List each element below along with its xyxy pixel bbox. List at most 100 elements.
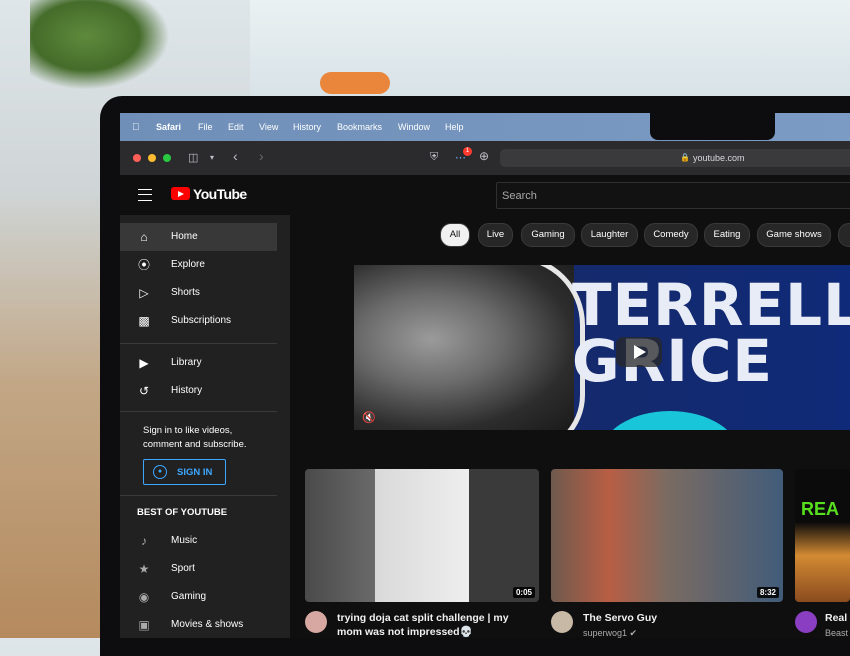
camera-notch — [650, 113, 775, 140]
play-button[interactable] — [616, 337, 662, 367]
library-icon: ▶ — [139, 356, 149, 370]
video-thumbnail[interactable]: 8:32 — [551, 469, 783, 602]
sidebar-item-label: Shorts — [171, 287, 200, 298]
music-icon: ♪ — [141, 534, 147, 548]
sidebar-toggle-icon[interactable]: ◫ — [188, 151, 198, 164]
sidebar-item-explore[interactable]: ⦿ Explore — [120, 251, 277, 279]
sidebar-item-music[interactable]: ♪ Music — [120, 527, 277, 555]
thumbnail-text: REA — [801, 499, 840, 519]
channel-name: superwog1 — [583, 628, 628, 638]
channel-avatar[interactable] — [551, 611, 573, 633]
signin-button[interactable]: ● SIGN IN — [143, 459, 226, 485]
channel-avatar[interactable] — [795, 611, 817, 633]
close-window-button[interactable] — [133, 154, 141, 162]
search-placeholder: Search — [502, 190, 537, 202]
menu-edit[interactable]: Edit — [228, 122, 244, 132]
sidebar-item-label: History — [171, 385, 203, 396]
sidebar-item-sport[interactable]: ★ Sport — [120, 555, 277, 583]
hero-title-line1: TERRELL — [572, 271, 850, 339]
signin-button-label: SIGN IN — [177, 467, 213, 478]
best-of-youtube-heading: BEST OF YOUTUBE — [137, 507, 228, 518]
sidebar-item-label: Music — [171, 535, 198, 546]
hero-decoration — [600, 411, 740, 430]
notification-badge: 1 — [463, 147, 472, 156]
trophy-icon: ★ — [138, 562, 150, 576]
sidebar-item-home[interactable]: ⌂ Home — [120, 223, 277, 251]
menu-history[interactable]: History — [293, 122, 321, 132]
chevron-down-icon[interactable]: ▾ — [210, 153, 214, 162]
video-title[interactable]: The Servo Guy — [583, 611, 773, 625]
video-thumbnail[interactable]: REA — [795, 469, 850, 602]
chip-game-shows[interactable]: Game shows — [757, 223, 831, 247]
video-title[interactable]: trying doja cat split challenge | my mom… — [337, 611, 517, 638]
video-title[interactable]: Real V — [825, 611, 850, 625]
lock-icon: 🔒 — [680, 153, 690, 162]
forward-arrow-icon[interactable]: › — [259, 148, 264, 164]
video-duration: 0:05 — [512, 587, 535, 598]
hero-title: TERRELL GRICE — [572, 271, 850, 395]
hero-title-line2: GRICE — [572, 327, 774, 395]
sidebar-item-label: Gaming — [171, 591, 207, 602]
compass-icon: ⦿ — [137, 258, 150, 272]
chip-live[interactable]: Live — [478, 223, 513, 247]
sidebar-divider — [120, 495, 277, 496]
verified-icon: ✔ — [629, 628, 638, 638]
gaming-icon: ◉ — [138, 590, 150, 604]
chip-all[interactable]: All — [440, 223, 470, 247]
menu-safari[interactable]: Safari — [156, 122, 181, 132]
address-bar[interactable]: 🔒 youtube.com — [500, 149, 850, 167]
back-arrow-icon[interactable]: ‹ — [233, 148, 238, 164]
sidebar-item-shorts[interactable]: ▷ Shorts — [120, 279, 277, 307]
sidebar-item-label: Subscriptions — [171, 315, 232, 326]
sidebar-item-label: Home — [171, 231, 198, 242]
sidebar-item-library[interactable]: ▶ Library — [120, 349, 277, 377]
mute-icon[interactable]: 🔇 — [362, 411, 376, 424]
chip-overflow[interactable] — [838, 223, 850, 247]
history-icon: ↺ — [138, 384, 150, 398]
sidebar-item-subscriptions[interactable]: ▩ Subscriptions — [120, 307, 277, 335]
sidebar-item-movies-shows[interactable]: ▣ Movies & shows — [120, 611, 277, 638]
macos-menubar:  Safari File Edit View History Bookmark… — [120, 113, 850, 141]
hero-outline — [450, 265, 585, 430]
minimize-window-button[interactable] — [148, 154, 156, 162]
hero-banner-video[interactable]: TERRELL GRICE 🔇 — [354, 265, 850, 430]
menu-bookmarks[interactable]: Bookmarks — [337, 122, 382, 132]
sidebar: ⌂ Home ⦿ Explore ▷ Shorts ▩ Subscription… — [120, 215, 290, 638]
menu-file[interactable]: File — [198, 122, 213, 132]
sidebar-divider — [120, 343, 277, 344]
sidebar-divider — [120, 411, 277, 412]
laptop-screen:  Safari File Edit View History Bookmark… — [120, 113, 850, 638]
video-channel[interactable]: superwog1 ✔ — [583, 628, 637, 638]
background-light — [320, 72, 390, 94]
youtube-logo-text[interactable]: YouTube — [193, 186, 247, 202]
sidebar-item-label: Library — [171, 357, 202, 368]
signin-prompt: Sign in to like videos, comment and subs… — [143, 425, 247, 450]
sidebar-item-label: Movies & shows — [171, 619, 244, 630]
menu-help[interactable]: Help — [445, 122, 464, 132]
sidebar-item-gaming[interactable]: ◉ Gaming — [120, 583, 277, 611]
youtube-logo-icon[interactable] — [171, 187, 190, 200]
background-plant — [30, 0, 170, 90]
shorts-icon: ▷ — [139, 286, 149, 300]
sidebar-item-label: Explore — [171, 259, 205, 270]
video-thumbnail[interactable]: 0:05 — [305, 469, 539, 602]
chip-laughter[interactable]: Laughter — [581, 223, 638, 247]
menu-icon[interactable] — [138, 189, 152, 201]
sidebar-item-history[interactable]: ↺ History — [120, 377, 277, 405]
search-input[interactable]: Search — [496, 182, 850, 209]
zoom-window-button[interactable] — [163, 154, 171, 162]
new-tab-plus-icon[interactable]: ⊕ — [479, 149, 489, 163]
shield-icon[interactable]: ⛨ — [430, 151, 438, 164]
safari-toolbar: ◫ ▾ ‹ › ⛨ ⋯ 1 ⊕ 🔒 youtube.com — [120, 141, 850, 175]
apple-icon[interactable]:  — [132, 122, 140, 133]
chip-comedy[interactable]: Comedy — [644, 223, 698, 247]
menu-window[interactable]: Window — [398, 122, 430, 132]
sidebar-item-label: Sport — [171, 563, 195, 574]
video-channel[interactable]: Beast — [825, 628, 848, 638]
channel-avatar[interactable] — [305, 611, 327, 633]
chip-eating[interactable]: Eating — [704, 223, 750, 247]
menu-view[interactable]: View — [259, 122, 278, 132]
subscriptions-icon: ▩ — [138, 314, 150, 328]
user-icon: ● — [153, 465, 167, 479]
chip-gaming[interactable]: Gaming — [521, 223, 575, 247]
